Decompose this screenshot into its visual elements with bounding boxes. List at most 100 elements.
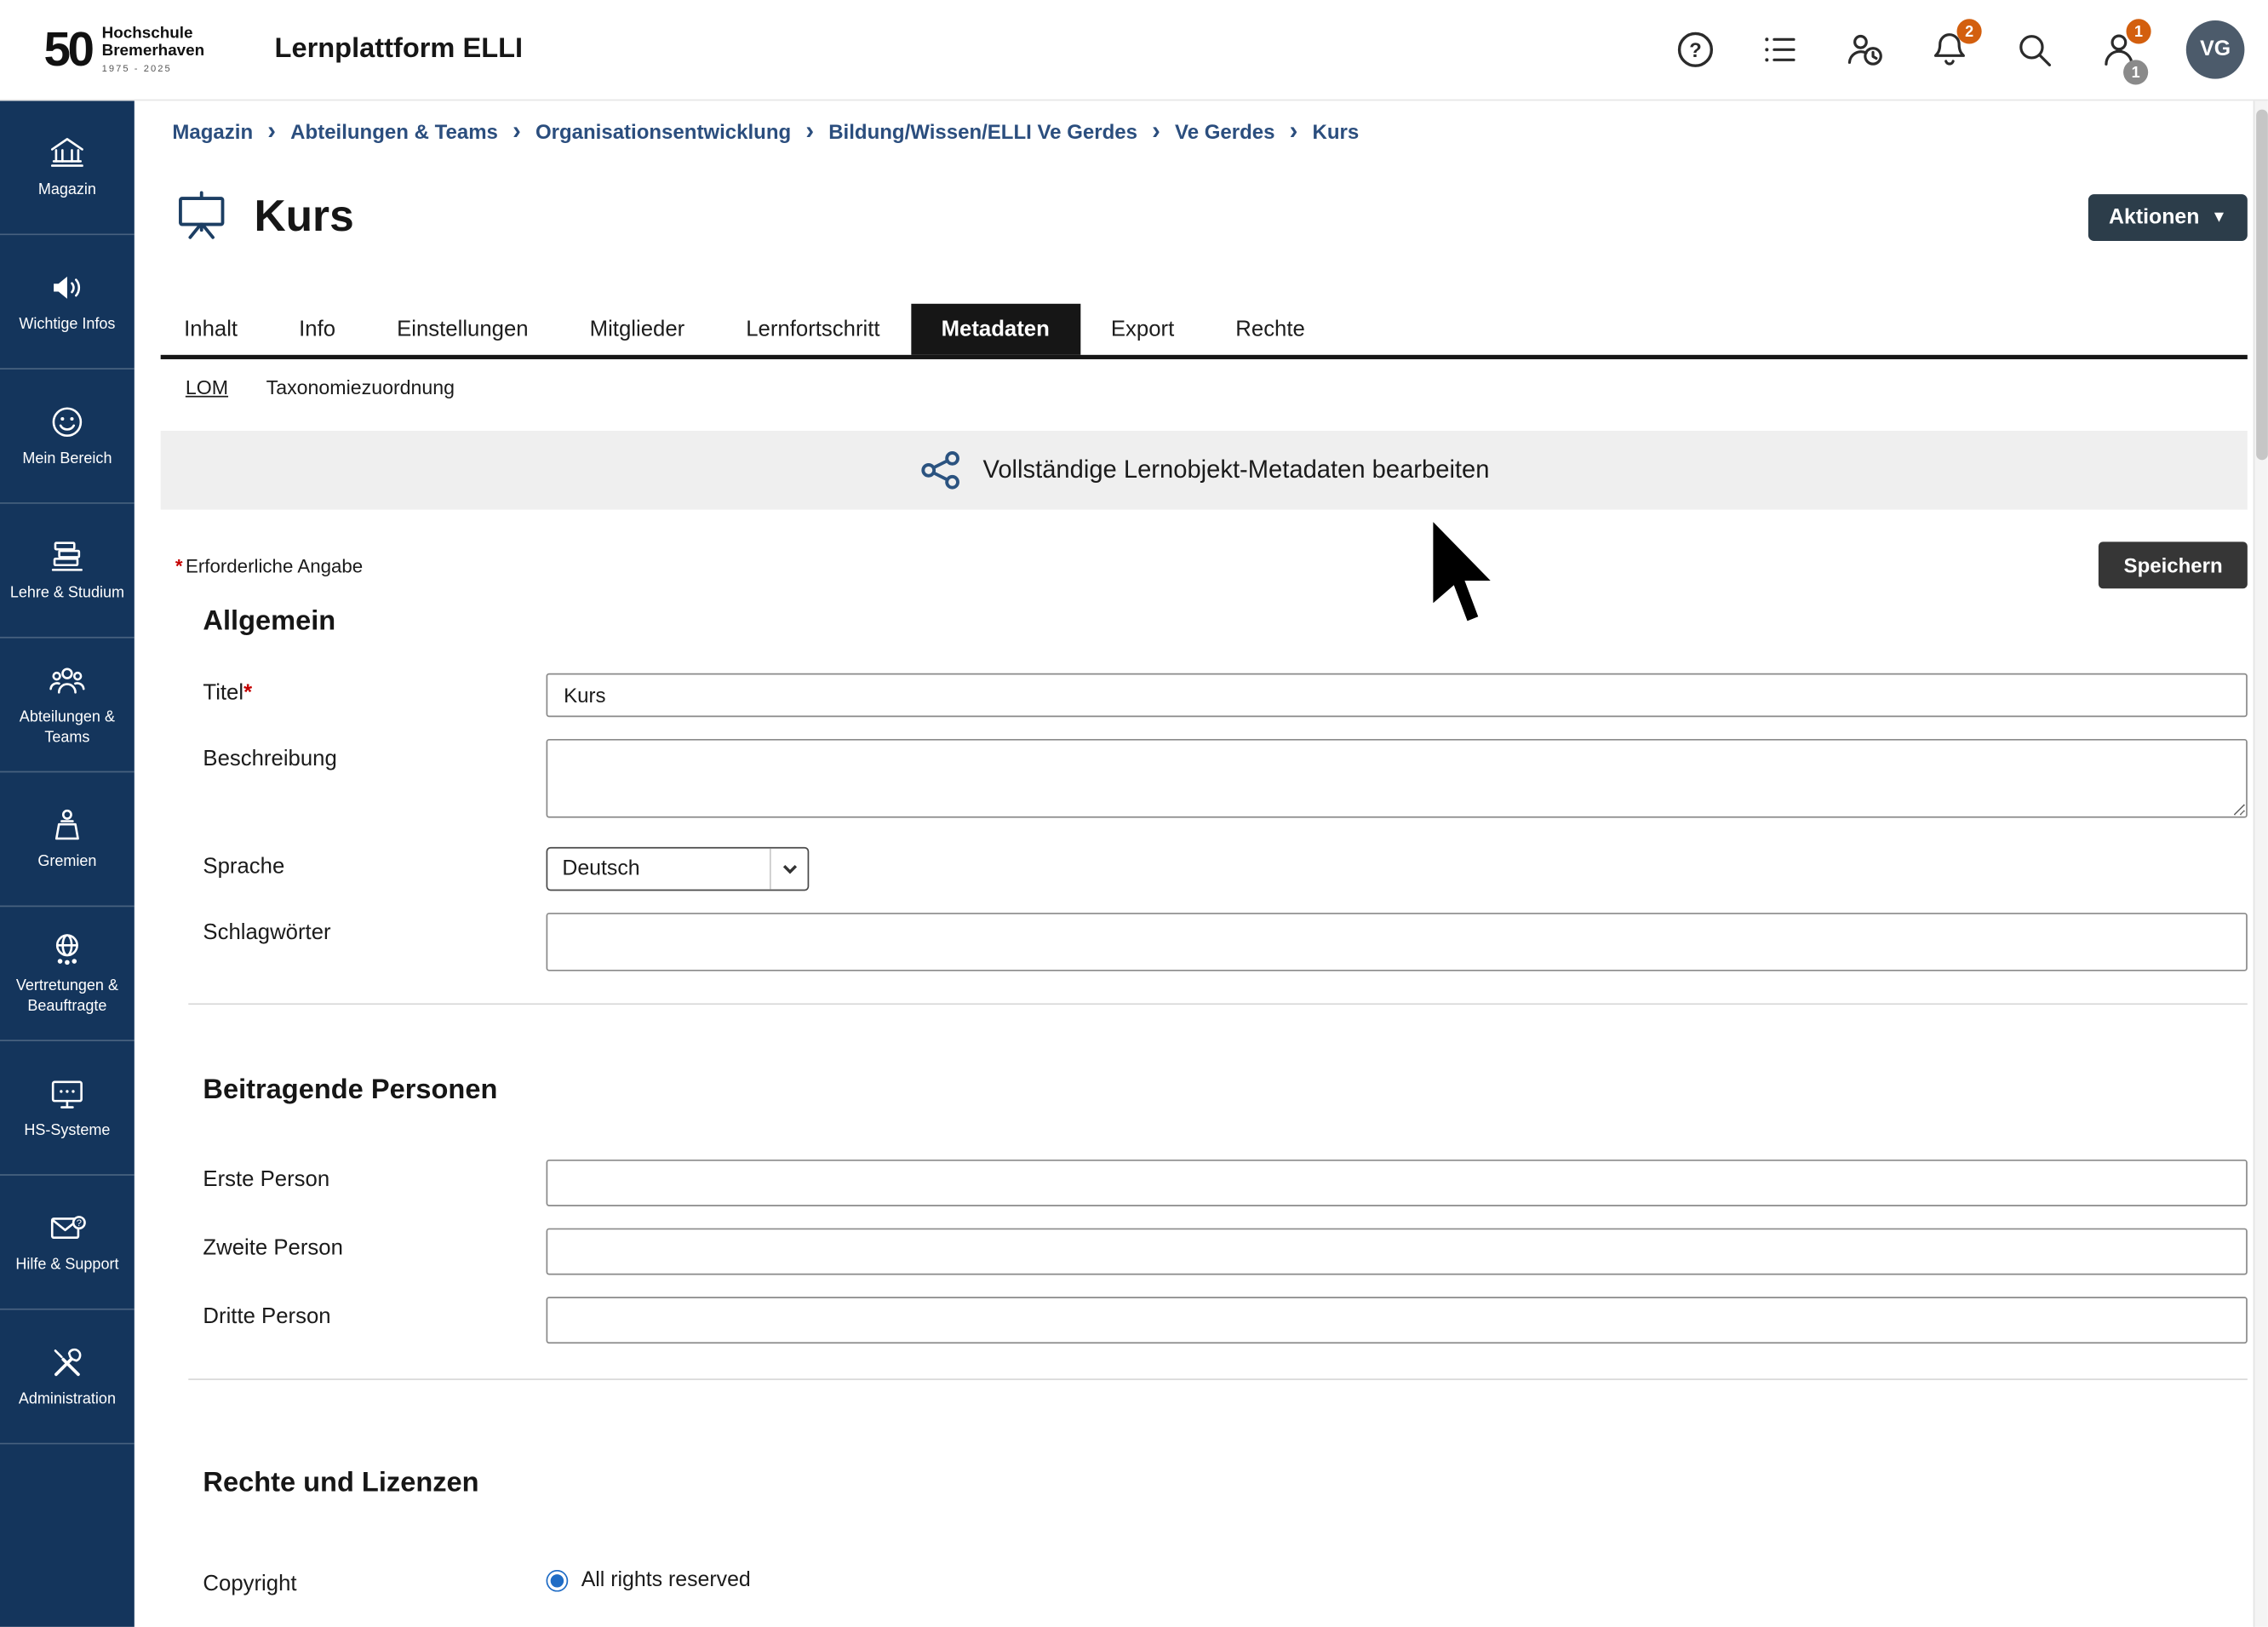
sidebar-item-mein-bereich[interactable]: Mein Bereich [0, 370, 135, 504]
schlagwoerter-label: Schlagwörter [203, 913, 546, 971]
erste-person-control [547, 1160, 2248, 1206]
copyright-radio[interactable] [547, 1569, 569, 1591]
erste-person-input[interactable] [547, 1160, 2248, 1206]
dritte-person-control [547, 1297, 2248, 1343]
form-row-erste-person: Erste Person [203, 1160, 2247, 1206]
chevron-down-icon [770, 849, 808, 890]
form-row-titel: Titel* [203, 673, 2247, 717]
logo-name-line2: Bremerhaven [102, 43, 205, 60]
search-button[interactable] [2011, 26, 2058, 73]
todo-list-button[interactable] [1757, 26, 1804, 73]
section-divider [188, 1378, 2248, 1380]
schlagwoerter-control [547, 913, 2248, 971]
subtab-lom[interactable]: LOM [186, 377, 228, 399]
edit-full-metadata-label: Vollständige Lernobjekt-Metadaten bearbe… [983, 455, 1490, 484]
sprache-control: Deutsch [547, 847, 2248, 891]
tab-bar: Inhalt Info Einstellungen Mitglieder Ler… [161, 304, 2248, 359]
tab-inhalt[interactable]: Inhalt [161, 304, 268, 355]
awareness-button[interactable] [1841, 26, 1888, 73]
chevron-right-icon: › [1290, 118, 1298, 143]
monitor-icon [49, 1074, 87, 1113]
contacts-new-badge: 1 [2126, 19, 2151, 43]
tab-lernfortschritt[interactable]: Lernfortschritt [715, 304, 910, 355]
copyright-option-label: All rights reserved [581, 1568, 751, 1591]
breadcrumb-item-organisationsentwicklung[interactable]: Organisationsentwicklung [536, 119, 791, 142]
save-button[interactable]: Speichern [2099, 541, 2247, 588]
tab-mitglieder[interactable]: Mitglieder [559, 304, 716, 355]
vertical-scrollbar [2254, 100, 2268, 1626]
zweite-person-input[interactable] [547, 1229, 2248, 1275]
logo-50: 50 [43, 26, 91, 74]
todo-list-icon [1760, 29, 1801, 70]
sidebar-item-label: Gremien [37, 852, 96, 872]
titel-control [547, 673, 2248, 717]
copyright-label: Copyright [203, 1564, 546, 1596]
sprache-select-value: Deutsch [547, 857, 770, 880]
titel-input[interactable] [547, 673, 2248, 717]
edit-full-metadata-banner[interactable]: Vollständige Lernobjekt-Metadaten bearbe… [161, 431, 2248, 510]
sidebar-item-vertretungen-beauftragte[interactable]: Vertretungen & Beauftragte [0, 907, 135, 1041]
section-title-allgemein: Allgemein [203, 606, 2247, 639]
tab-export[interactable]: Export [1080, 304, 1205, 355]
sprache-select[interactable]: Deutsch [547, 847, 810, 891]
logo-years: 1975 - 2025 [102, 64, 205, 74]
metadata-form: Allgemein Titel* Beschreibung [161, 606, 2248, 1596]
scrollbar-thumb[interactable] [2256, 110, 2268, 461]
required-asterisk: * [243, 680, 252, 705]
sidebar-item-abteilungen-teams[interactable]: Abteilungen & Teams [0, 639, 135, 773]
building-icon [49, 134, 87, 172]
sidebar-item-label: HS-Systeme [24, 1121, 110, 1141]
contacts-count-badge: 1 [2123, 60, 2148, 84]
breadcrumb-item-abteilungen-teams[interactable]: Abteilungen & Teams [290, 119, 498, 142]
title-row: Kurs Aktionen ▼ [161, 184, 2248, 251]
screen: 50 Hochschule Bremerhaven 1975 - 2025 Le… [0, 0, 2268, 1627]
dritte-person-label: Dritte Person [203, 1297, 546, 1343]
app-logo[interactable]: 50 Hochschule Bremerhaven 1975 - 2025 [43, 26, 204, 74]
beschreibung-control [547, 739, 2248, 825]
tab-einstellungen[interactable]: Einstellungen [366, 304, 559, 355]
svg-text:?: ? [77, 1218, 82, 1229]
top-bar: 50 Hochschule Bremerhaven 1975 - 2025 Le… [0, 0, 2268, 100]
tab-rechte[interactable]: Rechte [1205, 304, 1336, 355]
form-row-dritte-person: Dritte Person [203, 1297, 2247, 1343]
zweite-person-label: Zweite Person [203, 1229, 546, 1275]
titel-label: Titel* [203, 673, 546, 717]
breadcrumb-item-bildung-wissen[interactable]: Bildung/Wissen/ELLI Ve Gerdes [828, 119, 1137, 142]
logo-text: Hochschule Bremerhaven 1975 - 2025 [102, 26, 205, 74]
avatar[interactable]: VG [2186, 20, 2245, 79]
breadcrumb-item-magazin[interactable]: Magazin [172, 119, 253, 142]
tab-info[interactable]: Info [268, 304, 366, 355]
help-button[interactable]: ? [1672, 26, 1719, 73]
sidebar-item-lehre-studium[interactable]: Lehre & Studium [0, 504, 135, 639]
section-title-rechte: Rechte und Lizenzen [203, 1468, 2247, 1500]
beschreibung-textarea[interactable] [547, 739, 2248, 818]
required-asterisk: * [175, 554, 183, 576]
books-icon [49, 537, 87, 576]
tab-metadaten[interactable]: Metadaten [911, 304, 1080, 355]
sidebar-item-hs-systeme[interactable]: HS-Systeme [0, 1041, 135, 1176]
schlagwoerter-input[interactable] [547, 913, 2248, 971]
form-row-schlagwoerter: Schlagwörter [203, 913, 2247, 971]
sidebar-item-hilfe-support[interactable]: ? Hilfe & Support [0, 1176, 135, 1310]
sidebar-item-label: Magazin [38, 180, 96, 200]
sidebar-item-wichtige-infos[interactable]: Wichtige Infos [0, 235, 135, 370]
actions-button-label: Aktionen [2109, 206, 2199, 229]
dritte-person-input[interactable] [547, 1297, 2248, 1343]
sidebar-item-label: Wichtige Infos [19, 315, 115, 335]
tools-icon [49, 1343, 87, 1382]
sidebar-item-administration[interactable]: Administration [0, 1310, 135, 1445]
breadcrumb-item-kurs[interactable]: Kurs [1313, 119, 1360, 142]
people-icon [49, 662, 87, 700]
chevron-right-icon: › [267, 118, 276, 143]
subtab-taxonomiezuordnung[interactable]: Taxonomiezuordnung [266, 377, 455, 399]
actions-button[interactable]: Aktionen ▼ [2088, 194, 2248, 241]
sidebar-item-gremien[interactable]: Gremien [0, 772, 135, 907]
notification-badge: 2 [1957, 19, 1982, 43]
breadcrumb-item-ve-gerdes[interactable]: Ve Gerdes [1175, 119, 1274, 142]
sidebar-item-magazin[interactable]: Magazin [0, 100, 135, 235]
copyright-option[interactable]: All rights reserved [547, 1564, 2248, 1592]
zweite-person-control [547, 1229, 2248, 1275]
notifications-button[interactable]: 2 [1926, 26, 1973, 73]
contacts-button[interactable]: 1 1 [2095, 26, 2142, 73]
erste-person-label: Erste Person [203, 1160, 546, 1206]
